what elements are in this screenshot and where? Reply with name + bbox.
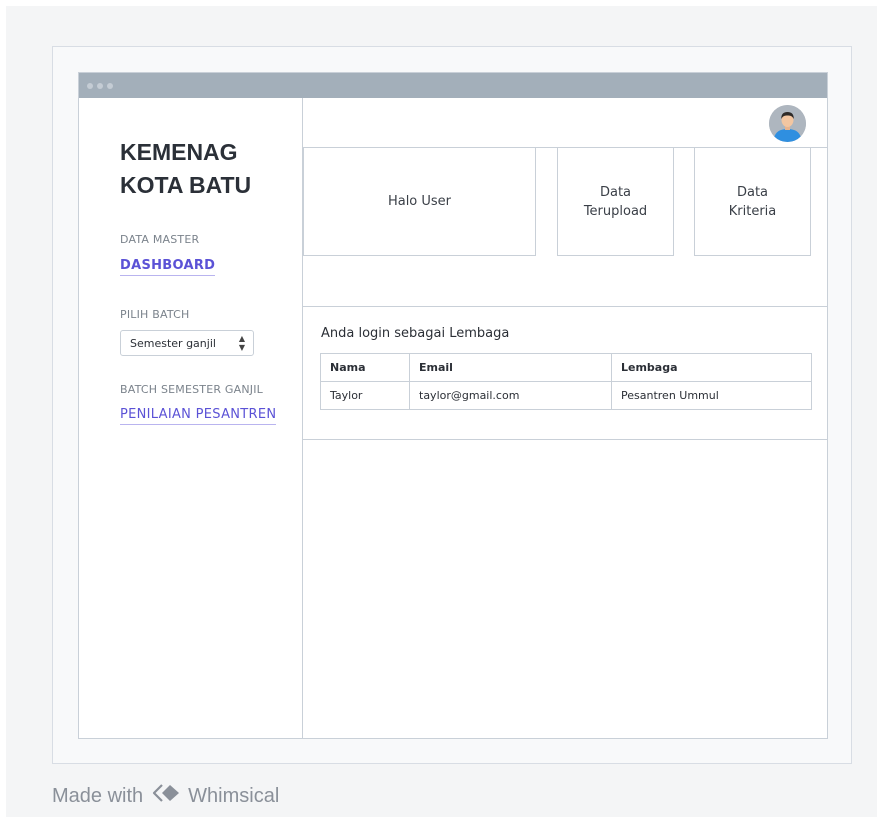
brand-line-1: KEMENAG	[120, 139, 238, 165]
brand-line-2: KOTA BATU	[120, 172, 252, 198]
login-info-panel: Anda login sebagai Lembaga Nama Email Le…	[303, 306, 827, 440]
cell-nama: Taylor	[320, 381, 410, 410]
greeting-text: Halo User	[387, 194, 452, 209]
cell-lembaga: Pesantren Ummul	[611, 381, 812, 410]
window-titlebar	[79, 73, 827, 98]
made-with-text: Made with	[52, 784, 144, 807]
dashboard-link[interactable]: DASHBOARD	[120, 258, 216, 276]
user-table: Nama Email Lembaga Taylor taylor@gmail.c…	[320, 353, 812, 410]
window-dot-icon	[107, 82, 113, 89]
top-bar	[303, 98, 827, 148]
login-info-title: Anda login sebagai Lembaga	[321, 326, 510, 341]
window-dot-icon	[97, 82, 103, 89]
table-header-row: Nama Email Lembaga	[320, 353, 812, 382]
data-terupload-card[interactable]: Data Terupload	[557, 148, 674, 256]
batch-select[interactable]: Semester ganjil ▲ ▼	[120, 330, 254, 356]
batch-section-label: BATCH SEMESTER GANJIL	[120, 383, 263, 396]
column-header-nama: Nama	[320, 353, 410, 382]
updown-arrow-icon: ▲ ▼	[238, 334, 245, 352]
data-kriteria-line-1: Data	[736, 184, 769, 200]
batch-select-value: Semester ganjil	[130, 336, 216, 350]
greeting-card: Halo User	[303, 148, 536, 256]
table-row: Taylor taylor@gmail.com Pesantren Ummul	[320, 381, 812, 410]
sidebar: KEMENAG KOTA BATU DATA MASTER DASHBOARD …	[79, 98, 303, 738]
data-terupload-line-2: Terupload	[583, 203, 648, 219]
data-kriteria-line-2: Kriteria	[728, 203, 777, 219]
window-dot-icon	[87, 82, 93, 89]
main-content: Halo User Data Terupload Data Kriteria A…	[303, 98, 827, 738]
whimsical-brand-text: Whimsical	[188, 784, 280, 807]
data-master-label: DATA MASTER	[120, 233, 200, 246]
column-header-email: Email	[409, 353, 612, 382]
column-header-lembaga: Lembaga	[611, 353, 812, 382]
made-with-whimsical-footer[interactable]: Made with Whimsical	[52, 783, 279, 809]
data-kriteria-card[interactable]: Data Kriteria	[694, 148, 811, 256]
whimsical-logo-icon	[152, 783, 182, 809]
app-window: KEMENAG KOTA BATU DATA MASTER DASHBOARD …	[78, 72, 828, 739]
penilaian-pesantren-link[interactable]: PENILAIAN PESANTREN	[120, 407, 277, 425]
pilih-batch-label: PILIH BATCH	[120, 308, 190, 321]
user-avatar-icon[interactable]	[769, 105, 806, 142]
app-brand: KEMENAG KOTA BATU	[120, 136, 290, 202]
cell-email: taylor@gmail.com	[409, 381, 612, 410]
data-terupload-line-1: Data	[599, 184, 632, 200]
